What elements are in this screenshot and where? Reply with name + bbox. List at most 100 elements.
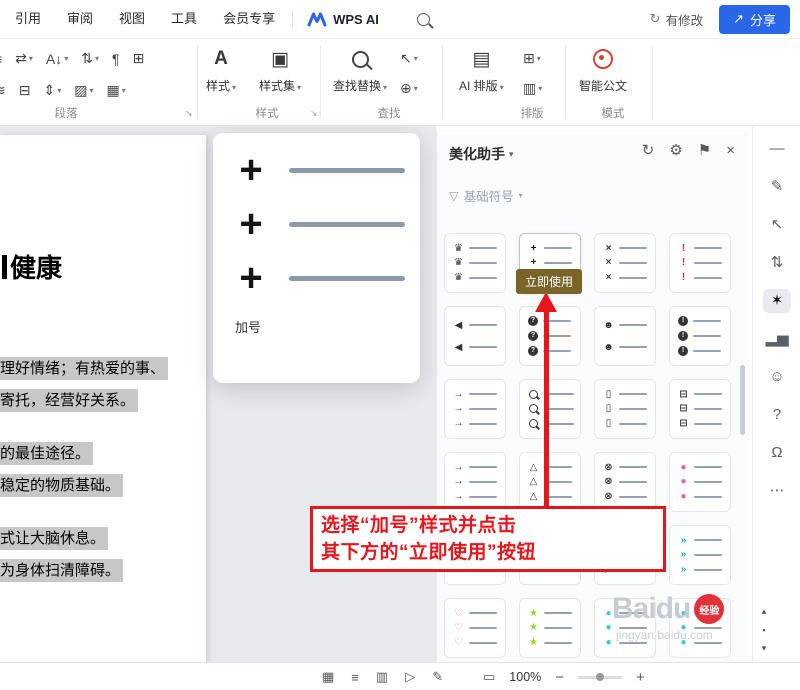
style-card[interactable]: ● ● ● <box>594 598 656 658</box>
search-button[interactable] <box>416 12 430 26</box>
filter-dropdown[interactable]: ▽ 基础符号 ▾ <box>449 186 523 205</box>
menu-item[interactable]: 会员专享 <box>210 0 288 38</box>
preview-line <box>546 422 574 425</box>
preview-line <box>619 641 647 644</box>
style-card[interactable]: ◀ ◀ <box>444 306 506 366</box>
ribbon-icon-button[interactable]: ▨ ▾ <box>74 82 93 99</box>
ribbon-separator <box>442 46 443 118</box>
style-card[interactable]: ▯ ▯ ▯ <box>594 379 656 439</box>
edit-mode-icon[interactable]: ✎ <box>432 669 443 685</box>
style-glyph: ▯ <box>605 388 612 400</box>
menu-item[interactable]: 视图 <box>106 0 158 38</box>
zoom-level[interactable]: 100% <box>509 670 541 684</box>
preview-line <box>694 641 722 644</box>
find-icon <box>351 46 369 72</box>
ribbon-separator <box>565 46 566 118</box>
style-glyph: → <box>453 418 464 430</box>
outline-view-icon[interactable]: ≡ <box>351 670 359 685</box>
layout-small-buttons: ⊞ ▾ ▥ ▾ <box>523 50 542 97</box>
panel-title-dropdown[interactable]: 美化助手 ▾ <box>449 144 514 164</box>
style-card[interactable]: ♡ ♡ ♡ <box>444 598 506 658</box>
group-expand-icon[interactable]: ↘ <box>310 108 318 119</box>
style-card[interactable] <box>519 379 581 439</box>
style-card[interactable]: ⊟ ⊟ ⊟ <box>669 379 731 439</box>
ribbon-icon-button[interactable]: ⇅ ▾ <box>81 50 99 67</box>
ribbon-icon-button[interactable]: ▦ ▾ <box>106 82 125 99</box>
styleset-button[interactable]: ▣ 样式集 ▾ <box>259 46 301 94</box>
more-icon[interactable]: ⋯ <box>763 479 791 503</box>
browse-object-icon[interactable]: ▪ <box>762 625 765 635</box>
ribbon-icon-button[interactable]: A↓ ▾ <box>46 51 68 67</box>
collapse-icon[interactable]: — <box>763 137 791 161</box>
modified-status[interactable]: ↻ 有修改 <box>650 10 703 29</box>
ribbon-icon-button[interactable]: ≋ <box>0 82 6 99</box>
ribbon-icon-button[interactable]: ¶ <box>112 51 120 67</box>
style-card[interactable]: !!! <box>669 306 731 366</box>
style-glyph: ! <box>678 316 688 327</box>
wps-ai-label: WPS AI <box>333 11 379 27</box>
fit-page-icon[interactable]: ▭ <box>483 669 495 685</box>
style-card[interactable]: → → → <box>444 379 506 439</box>
refresh-icon[interactable]: ↻ <box>642 142 655 160</box>
panel-scrollbar[interactable] <box>740 365 745 435</box>
document-page[interactable]: 健康 理好情绪；有热爱的事、 寄托，经营好关系。 的最佳途径。 稳定的物质基础。 式让大… <box>0 135 206 662</box>
ribbon-icon-button[interactable]: ▥ ▾ <box>523 80 542 97</box>
share-button[interactable]: ↗ 分享 <box>719 4 790 34</box>
menu-item[interactable]: 工具 <box>158 0 210 38</box>
page-layout-view-icon[interactable]: ▦ <box>322 669 334 685</box>
menu-item[interactable]: 审阅 <box>54 0 106 38</box>
style-card[interactable]: → → → <box>444 452 506 512</box>
settings-icon[interactable]: ⚙ <box>669 142 682 160</box>
ribbon-icon-button[interactable]: ↖ ▾ <box>400 50 418 67</box>
ai-layout-button[interactable]: ▤ AI 排版 ▾ <box>459 46 504 94</box>
style-card[interactable]: !!! <box>669 233 731 293</box>
help-icon[interactable]: ? <box>763 403 791 427</box>
ribbon-icon-button[interactable]: ⊟ <box>19 82 31 99</box>
document-line: 寄托，经营好关系。 <box>0 389 139 412</box>
style-card[interactable]: ☻ ☻ <box>594 306 656 366</box>
zoom-slider[interactable] <box>578 672 623 681</box>
preview-line <box>619 626 647 629</box>
close-icon[interactable]: × <box>726 142 735 160</box>
style-card[interactable]: × × × <box>594 233 656 293</box>
zoom-in-button[interactable]: + <box>636 670 645 685</box>
smart-doc-button[interactable]: 智能公文 <box>579 46 627 94</box>
ribbon-icon-button[interactable]: ⊞ ▾ <box>523 50 542 67</box>
style-card[interactable]: ● ● ● <box>669 452 731 512</box>
find-replace-button[interactable]: 查找替换 ▾ <box>333 46 387 94</box>
prev-page-icon[interactable]: ▴ <box>762 606 767 617</box>
beautify-tool-icon[interactable]: ✶ <box>763 289 791 313</box>
use-now-tooltip[interactable]: 立即使用 <box>516 269 583 294</box>
adjust-icon[interactable]: ⇅ <box>763 251 791 275</box>
pen-icon[interactable]: ✎ <box>763 175 791 199</box>
style-button[interactable]: A 样式 ▾ <box>206 46 236 94</box>
style-card[interactable]: △ △ △ <box>519 452 581 512</box>
menu-item-wps-ai[interactable]: WPS AI <box>297 12 389 27</box>
next-page-icon[interactable]: ▾ <box>762 643 767 654</box>
style-card[interactable]: ??? <box>519 306 581 366</box>
menu-item[interactable]: 引用 <box>2 0 54 38</box>
style-card[interactable]: » » » <box>669 525 731 585</box>
read-mode-icon[interactable]: ▷ <box>405 669 415 685</box>
preview-line <box>619 407 647 410</box>
ribbon-icon-button[interactable]: ≡ <box>0 51 2 67</box>
style-preview-popup[interactable]: + + + 加号 <box>213 133 420 383</box>
ribbon-icon-button[interactable]: ⊕ ▾ <box>400 80 418 97</box>
preview-line <box>544 641 572 644</box>
style-card[interactable]: ● ● ● <box>669 598 731 658</box>
chart-icon[interactable]: ▂▅ <box>763 327 791 351</box>
zoom-out-button[interactable]: − <box>555 670 564 685</box>
style-card[interactable]: ♛ ♛ ♛ <box>444 233 506 293</box>
column-view-icon[interactable]: ▥ <box>376 669 388 685</box>
right-toolbar-nav: ▴ ▪ ▾ <box>755 606 773 654</box>
ribbon-icon-button[interactable]: ⇄ ▾ <box>15 50 33 67</box>
style-card[interactable]: ⊗ ⊗ ⊗ <box>594 452 656 512</box>
contacts-icon[interactable]: ☺ <box>763 365 791 389</box>
support-icon[interactable]: Ω <box>763 441 791 465</box>
ribbon-icon-button[interactable]: ⊞ <box>133 50 145 67</box>
ribbon-icon-button[interactable]: ⇕ ▾ <box>43 82 61 99</box>
select-tool-icon[interactable]: ↖ <box>763 213 791 237</box>
style-card[interactable]: ★ ★ ★ <box>519 598 581 658</box>
pin-icon[interactable]: ⚑ <box>698 142 711 160</box>
group-expand-icon[interactable]: ↘ <box>185 108 193 119</box>
